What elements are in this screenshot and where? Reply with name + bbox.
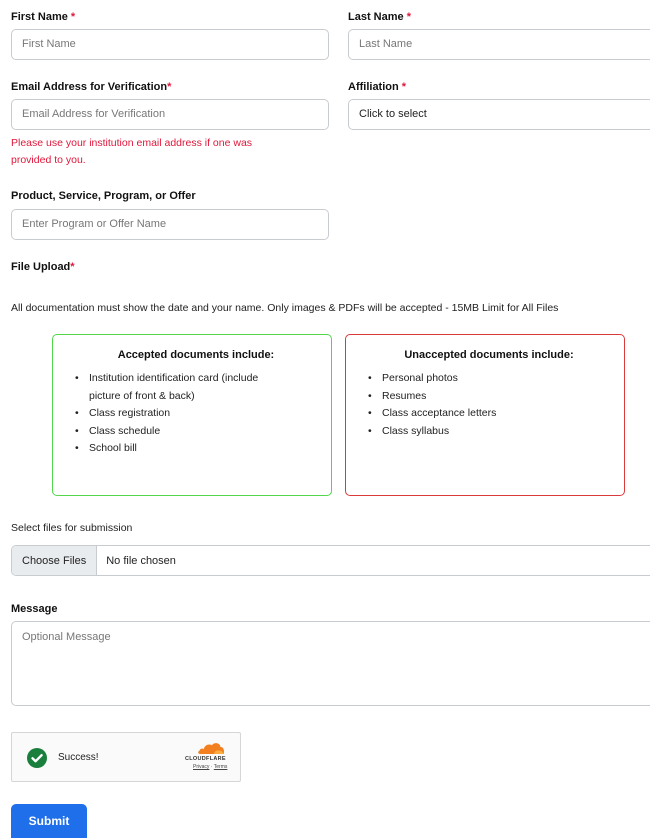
- unaccepted-item: Personal photos: [364, 370, 614, 388]
- first-name-placeholder: First Name: [22, 38, 76, 50]
- link-separator: ·: [210, 764, 213, 770]
- product-label: Product, Service, Program, or Offer: [11, 190, 196, 202]
- first-name-input[interactable]: First Name: [11, 29, 329, 60]
- email-label: Email Address for Verification*: [11, 81, 172, 93]
- file-select-label: Select files for submission: [11, 522, 133, 534]
- affiliation-select[interactable]: Click to select: [348, 99, 650, 130]
- last-name-input[interactable]: Last Name: [348, 29, 650, 60]
- terms-link[interactable]: Terms: [214, 764, 228, 770]
- product-placeholder: Enter Program or Offer Name: [22, 218, 167, 230]
- accepted-documents-box: Accepted documents include: Institution …: [52, 334, 332, 496]
- cloudflare-wordmark: CLOUDFLARE: [185, 756, 226, 762]
- email-placeholder: Email Address for Verification: [22, 108, 166, 120]
- choose-files-button[interactable]: Choose Files: [12, 546, 98, 575]
- accepted-item: Class schedule: [71, 423, 321, 441]
- file-status-text: No file chosen: [106, 554, 176, 567]
- accepted-documents-title: Accepted documents include:: [117, 349, 275, 361]
- cloudflare-logo: [197, 741, 225, 755]
- affiliation-label: Affiliation *: [348, 81, 407, 93]
- first-name-label: First Name *: [11, 11, 76, 23]
- last-name-label: Last Name *: [348, 11, 411, 23]
- affiliation-selected-value: Click to select: [359, 108, 427, 120]
- unaccepted-item: Class acceptance letters: [364, 405, 614, 423]
- file-upload-description: All documentation must show the date and…: [11, 302, 559, 314]
- message-label: Message: [11, 603, 58, 615]
- message-placeholder: Optional Message: [22, 631, 111, 643]
- accepted-item: Institution identification card (include: [71, 370, 321, 388]
- unaccepted-item: Resumes: [364, 388, 614, 406]
- email-input[interactable]: Email Address for Verification: [11, 99, 329, 130]
- unaccepted-item: Class syllabus: [364, 423, 614, 441]
- check-circle-icon: [27, 748, 47, 768]
- file-input[interactable]: Choose Files No file chosen: [11, 545, 650, 576]
- email-warning: Please use your institution email addres…: [11, 137, 253, 166]
- file-upload-label: File Upload*: [11, 261, 75, 273]
- privacy-link[interactable]: Privacy: [193, 764, 209, 770]
- captcha-links: Privacy · Terms: [193, 764, 227, 770]
- accepted-item: Class registration: [71, 405, 321, 423]
- unaccepted-documents-list: Personal photos Resumes Class acceptance…: [364, 370, 614, 440]
- product-input[interactable]: Enter Program or Offer Name: [11, 209, 329, 240]
- accepted-item: School bill: [71, 440, 321, 458]
- accepted-documents-list: Institution identification card (include…: [71, 370, 321, 458]
- last-name-placeholder: Last Name: [359, 38, 413, 50]
- captcha-widget[interactable]: Success! CLOUDFLARE Privacy · Terms: [11, 732, 241, 782]
- submit-button[interactable]: Submit: [11, 804, 87, 838]
- unaccepted-documents-title: Unaccepted documents include:: [404, 349, 574, 361]
- captcha-status-text: Success!: [58, 752, 99, 763]
- accepted-item-continuation: picture of front & back): [89, 389, 195, 402]
- message-textarea[interactable]: Optional Message: [11, 621, 650, 706]
- unaccepted-documents-box: Unaccepted documents include: Personal p…: [345, 334, 625, 496]
